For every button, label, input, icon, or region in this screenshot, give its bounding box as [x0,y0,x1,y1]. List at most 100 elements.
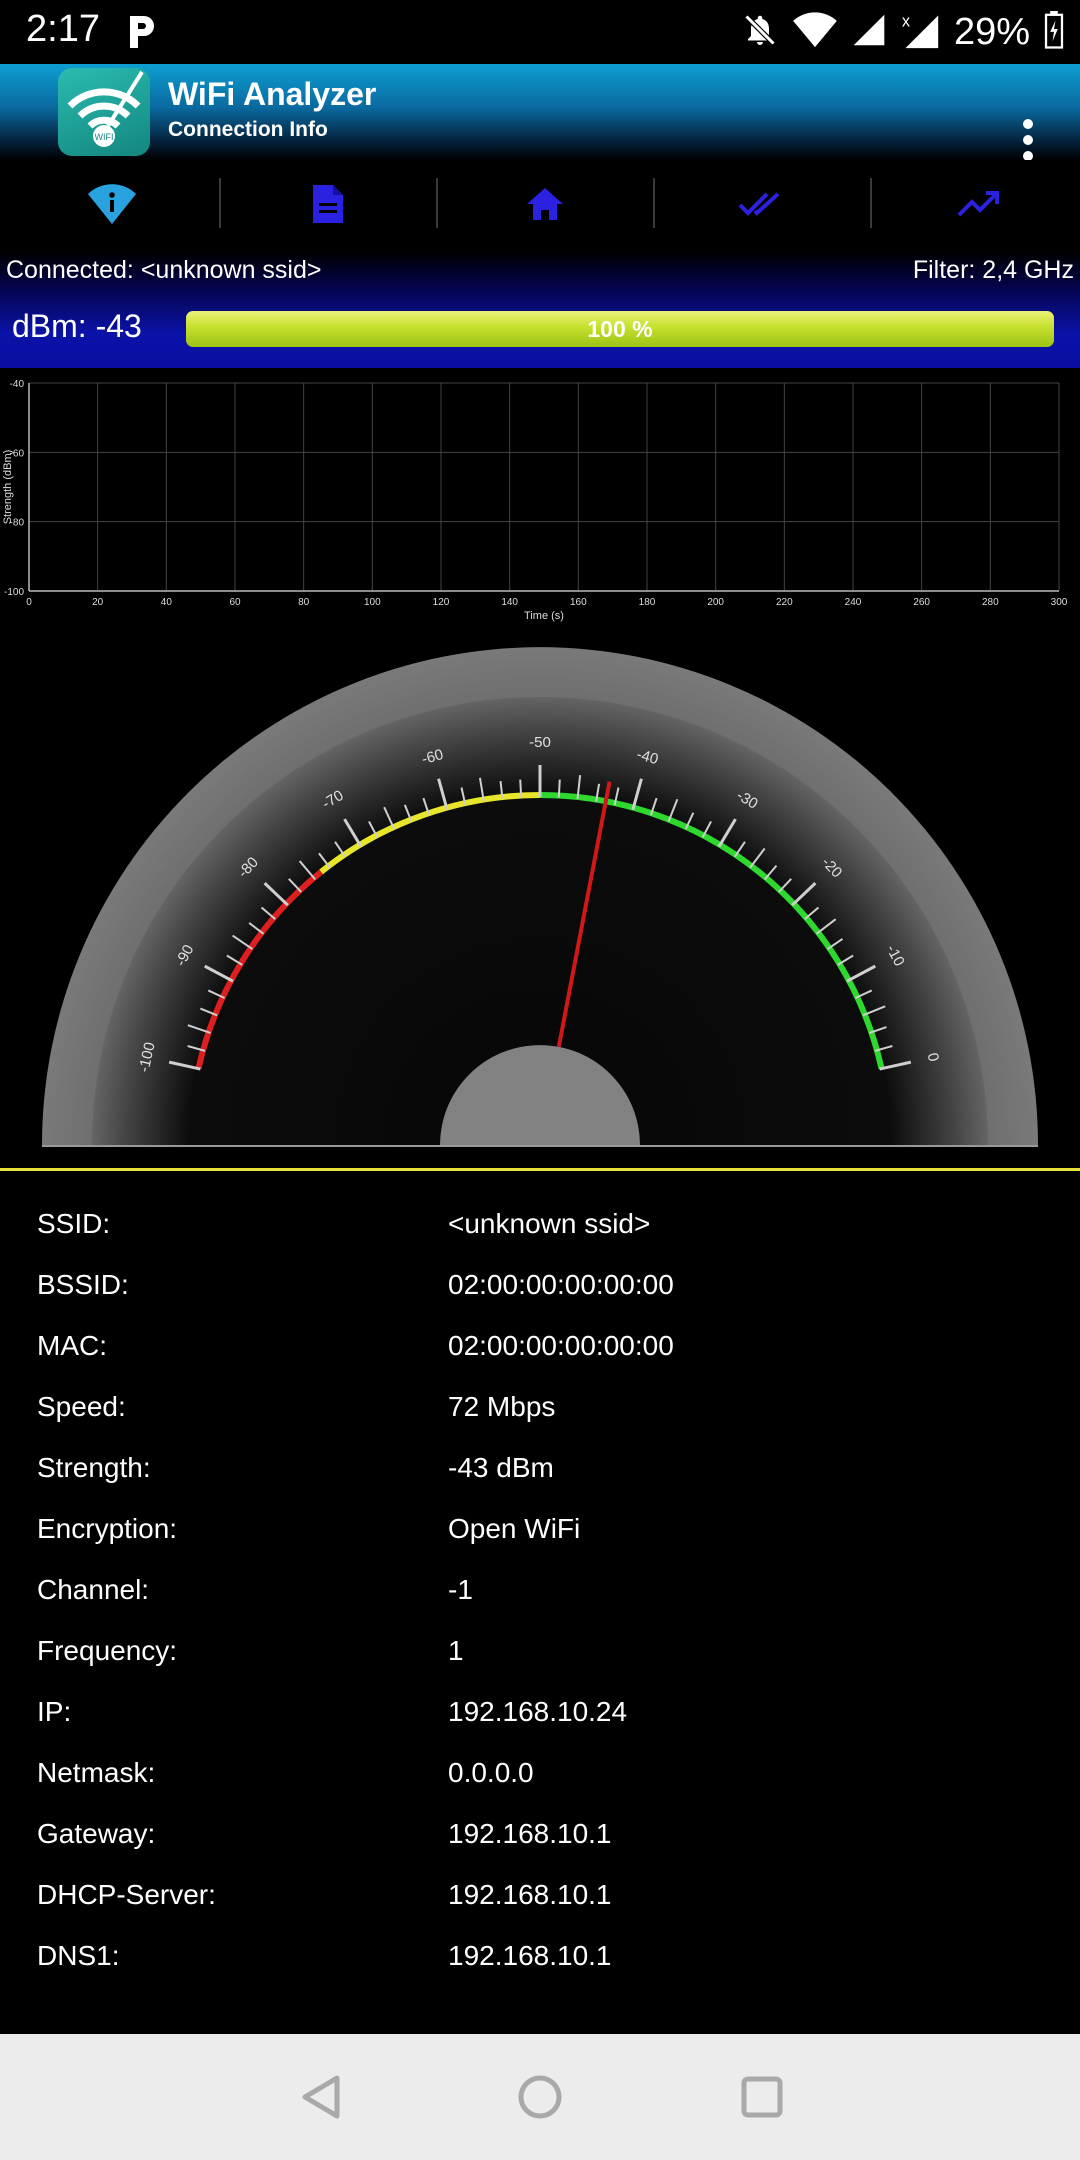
signal-x-icon: x [900,10,940,55]
x-tick-label: 60 [229,597,241,608]
info-value: 1 [448,1635,464,1666]
info-row-ssid: SSID: <unknown ssid> [0,1198,1080,1259]
info-row-frequency: Frequency: 1 [0,1625,1080,1686]
x-tick-label: 20 [92,597,104,608]
x-axis-label: Time (s) [524,610,564,622]
info-value: 192.168.10.1 [448,1818,612,1849]
x-tick-label: 120 [433,597,450,608]
status-time: 2:17 [26,8,100,50]
info-key: DHCP-Server: [37,1879,216,1910]
info-value: 0.0.0.0 [448,1757,534,1788]
signal-icon [852,13,886,52]
info-row-speed: Speed: 72 Mbps [0,1381,1080,1442]
y-tick-label: -100 [4,587,24,598]
app-bar: WIFI WiFi Analyzer Connection Info [0,64,1080,161]
x-tick-label: 140 [501,597,518,608]
section-divider [0,1168,1080,1171]
connection-info-list: SSID: <unknown ssid> BSSID: 02:00:00:00:00… [0,1198,1080,1991]
dbm-readout: dBm: -43 [12,308,142,344]
more-vert-icon[interactable] [1016,116,1040,164]
signal-strength-percent: 100 % [587,316,653,342]
tab-trend[interactable] [871,160,1080,252]
info-value: 72 Mbps [448,1391,556,1422]
signal-strength-bar: 100 % [186,311,1054,347]
info-wifi-icon [87,183,137,230]
info-row-gateway: Gateway: 192.168.10.1 [0,1808,1080,1869]
info-key: DNS1: [37,1940,120,1971]
app-subtitle: Connection Info [168,118,328,141]
x-tick-label: 300 [1051,597,1068,608]
x-tick-label: 240 [845,597,862,608]
info-key: SSID: [37,1208,111,1239]
x-tick-label: 0 [26,597,32,608]
tab-home[interactable] [437,160,653,252]
info-value: Open WiFi [448,1513,581,1544]
info-value: 192.168.10.1 [448,1879,612,1910]
wifi-analyzer-logo-icon: WIFI [58,68,150,156]
connected-status: Connected: <unknown ssid> [6,256,322,284]
gauge-tick [519,779,523,798]
tab-bar [0,160,1080,252]
x-tick-label: 200 [707,597,724,608]
gauge-tick [557,779,561,798]
info-value: <unknown ssid> [448,1208,651,1239]
x-tick-label: 160 [570,597,587,608]
back-icon[interactable] [286,2062,356,2132]
info-key: Speed: [37,1391,126,1422]
x-tick-label: 260 [913,597,930,608]
info-row-ip: IP: 192.168.10.24 [0,1686,1080,1747]
info-row-netmask: Netmask: 0.0.0.0 [0,1747,1080,1808]
info-key: BSSID: [37,1269,129,1300]
info-value: -43 dBm [448,1452,554,1483]
info-row-dhcp-server: DHCP-Server: 192.168.10.1 [0,1869,1080,1930]
strength-chart: 0 20 40 60 80 100 120 140 160 180 200 220 240 260 280 3… [0,372,1080,622]
filter-label[interactable]: Filter: 2,4 GHz [913,256,1074,285]
svg-text:x: x [902,12,910,30]
connection-panel: Connected: <unknown ssid> Filter: 2,4 GH… [0,252,1080,368]
info-value: 02:00:00:00:00:00 [448,1330,674,1361]
info-row-encryption: Encryption: Open WiFi [0,1503,1080,1564]
x-tick-label: 220 [776,597,793,608]
info-key: Frequency: [37,1635,178,1666]
app-title: WiFi Analyzer [168,76,377,112]
x-tick-label: 80 [298,597,310,608]
p-icon [124,14,158,50]
info-value: 02:00:00:00:00:00 [448,1269,674,1300]
battery-icon [1044,10,1064,54]
x-tick-label: 40 [161,597,173,608]
double-check-icon [737,189,787,224]
home-circle-icon[interactable] [505,2062,575,2132]
info-key: IP: [37,1696,72,1727]
wifi-icon [792,11,838,54]
recents-icon[interactable] [727,2062,797,2132]
info-value: 192.168.10.24 [448,1696,628,1727]
info-row-strength: Strength: -43 dBm [0,1442,1080,1503]
home-icon [525,186,565,227]
info-key: Strength: [37,1452,151,1483]
status-icons: x 29% [742,6,1064,58]
info-row-channel: Channel: -1 [0,1564,1080,1625]
info-row-mac: MAC: 02:00:00:00:00:00 [0,1320,1080,1381]
trending-up-icon [957,189,1001,224]
signal-gauge: -100 -90 -80 -70 -60 -50 -40 -30 -20 -10 0 [0,640,1080,1150]
y-axis-label: Strength (dBm) [2,450,14,525]
info-key: Netmask: [37,1757,156,1788]
bell-off-icon [742,12,778,53]
info-value: -1 [448,1574,473,1605]
x-tick-label: 100 [364,597,381,608]
info-value: 192.168.10.1 [448,1940,612,1971]
info-key: Encryption: [37,1513,178,1544]
gauge-tick-label: -50 [529,734,551,751]
document-icon [311,183,345,230]
x-tick-label: 180 [639,597,656,608]
battery-percent: 29% [953,10,1030,53]
tab-document[interactable] [220,160,436,252]
system-nav-bar [0,2034,1080,2160]
tab-check[interactable] [654,160,870,252]
x-tick-label: 280 [982,597,999,608]
info-key: Channel: [37,1574,150,1605]
y-tick-label: -40 [10,379,25,390]
tab-info[interactable] [4,160,220,252]
info-key: MAC: [37,1330,107,1361]
svg-text:WIFI: WIFI [95,132,114,142]
